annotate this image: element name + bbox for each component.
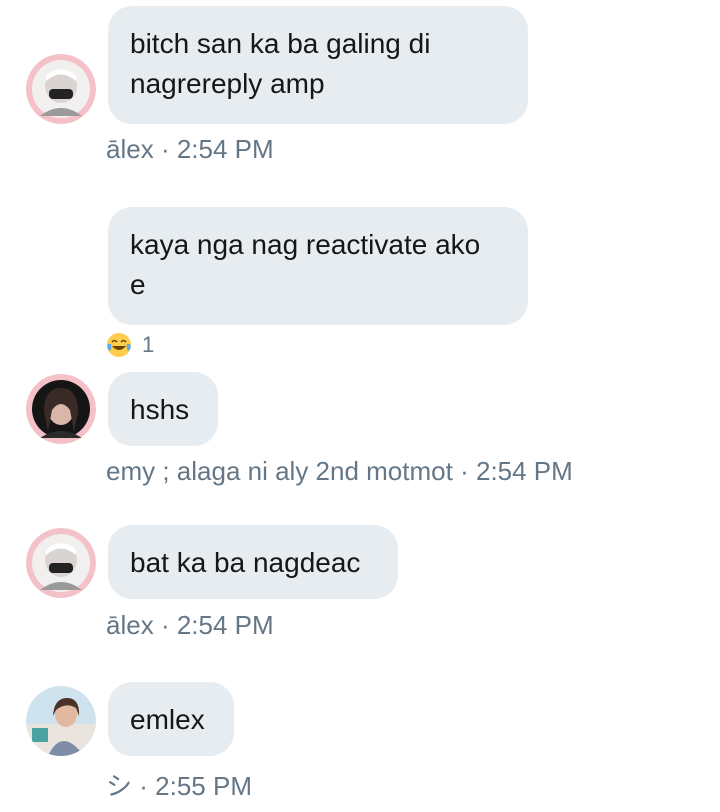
message-bubble[interactable]: bat ka ba nagdeac	[108, 525, 398, 599]
message-bubble[interactable]: bitch san ka ba galing di nagrereply amp	[108, 6, 528, 124]
timestamp: 2:54 PM	[176, 610, 274, 640]
message-bubble[interactable]: emlex	[108, 682, 234, 756]
sender-name[interactable]: ālex	[106, 134, 154, 164]
timestamp: 2:54 PM	[475, 456, 573, 486]
separator: ·	[460, 456, 469, 486]
sender-name[interactable]: ālex	[106, 610, 154, 640]
message-meta: ālex · 2:54 PM	[106, 610, 274, 641]
user-avatar[interactable]	[26, 686, 96, 756]
separator: ·	[160, 134, 170, 164]
timestamp: 2:55 PM	[155, 771, 252, 801]
alex-avatar[interactable]	[26, 528, 96, 598]
timestamp: 2:54 PM	[176, 134, 274, 164]
alex-avatar[interactable]	[26, 54, 96, 124]
separator: ·	[139, 771, 148, 801]
sender-name[interactable]: シ	[106, 771, 132, 801]
message-meta: シ · 2:55 PM	[106, 766, 252, 803]
face-with-tears-of-joy-icon	[107, 333, 131, 357]
message-bubble[interactable]: hshs	[108, 372, 218, 446]
separator: ·	[160, 610, 170, 640]
sender-name[interactable]: emy ; alaga ni aly 2nd motmot	[106, 456, 453, 486]
message-meta: emy ; alaga ni aly 2nd motmot · 2:54 PM	[106, 456, 573, 487]
message-meta: ālex · 2:54 PM	[106, 134, 274, 165]
message-bubble[interactable]: kaya nga nag reactivate ako e	[108, 207, 528, 325]
emy-avatar[interactable]	[26, 374, 96, 444]
reaction-count: 1	[142, 332, 155, 357]
reaction-badge[interactable]: 1	[106, 330, 154, 360]
